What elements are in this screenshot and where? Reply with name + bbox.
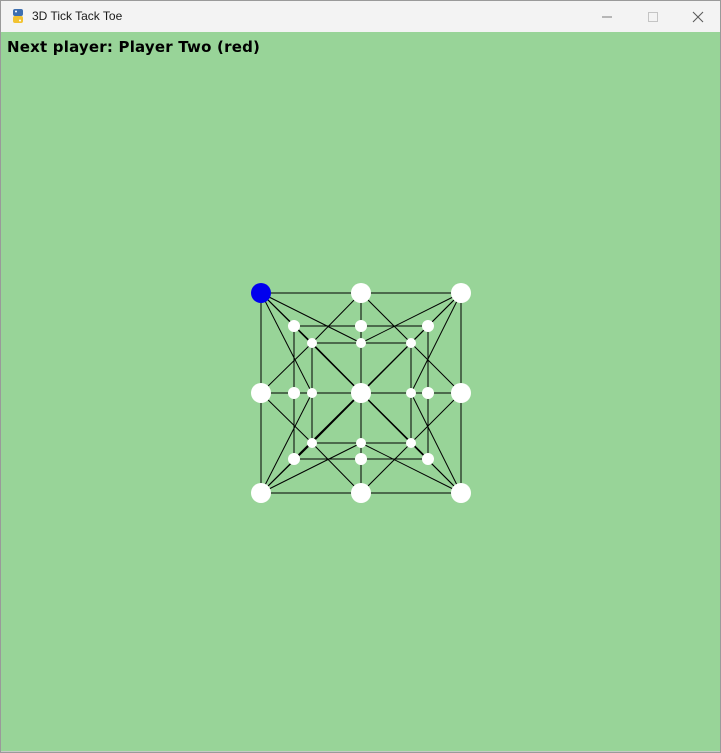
board-cell-outer-5[interactable] xyxy=(451,383,471,403)
board-line xyxy=(260,292,362,344)
board-cell-outer-1[interactable] xyxy=(351,283,371,303)
minimize-button[interactable] xyxy=(584,1,630,32)
board-line xyxy=(410,292,462,394)
board-line xyxy=(360,292,462,344)
board-cell-middle-3[interactable] xyxy=(288,387,300,399)
close-button[interactable] xyxy=(675,1,721,32)
board-line xyxy=(260,292,313,344)
board-line xyxy=(410,392,462,494)
board-cell-inner-0[interactable] xyxy=(307,338,317,348)
board-line xyxy=(410,292,462,344)
game-canvas[interactable]: Next player: Player Two (red) xyxy=(1,32,720,752)
board-cell-outer-4[interactable] xyxy=(351,383,371,403)
board-line xyxy=(410,342,462,394)
board-cell-inner-8[interactable] xyxy=(406,438,416,448)
board-line xyxy=(360,442,412,494)
board-cell-outer-7[interactable] xyxy=(351,483,371,503)
minimize-icon xyxy=(602,16,612,17)
board-cell-outer-0[interactable] xyxy=(251,283,271,303)
board-cell-outer-6[interactable] xyxy=(251,483,271,503)
title-bar[interactable]: 3D Tick Tack Toe xyxy=(1,1,720,32)
board-line xyxy=(260,442,313,494)
maximize-button[interactable] xyxy=(630,1,676,32)
maximize-icon xyxy=(648,11,658,22)
board-cell-inner-7[interactable] xyxy=(356,438,366,448)
board-cell-middle-7[interactable] xyxy=(355,453,367,465)
board-line xyxy=(410,442,462,494)
board-line xyxy=(360,292,412,344)
window-bottom-edge xyxy=(1,751,720,752)
board-cell-middle-5[interactable] xyxy=(422,387,434,399)
board-line xyxy=(260,392,313,444)
close-icon xyxy=(692,11,704,22)
board-line xyxy=(360,442,462,494)
board-cell-inner-1[interactable] xyxy=(356,338,366,348)
board-cell-middle-0[interactable] xyxy=(288,320,300,332)
board-cell-outer-8[interactable] xyxy=(451,483,471,503)
board-line xyxy=(311,292,362,344)
board-cell-inner-3[interactable] xyxy=(307,388,317,398)
board-cell-inner-5[interactable] xyxy=(406,388,416,398)
board-line xyxy=(410,392,462,444)
board-cell-middle-2[interactable] xyxy=(422,320,434,332)
board-cell-middle-1[interactable] xyxy=(355,320,367,332)
board-cell-outer-2[interactable] xyxy=(451,283,471,303)
board-cell-middle-8[interactable] xyxy=(422,453,434,465)
python-icon xyxy=(13,9,23,23)
board-cell-outer-3[interactable] xyxy=(251,383,271,403)
app-window: 3D Tick Tack Toe Next player: Player Two… xyxy=(0,0,721,753)
board-cell-middle-6[interactable] xyxy=(288,453,300,465)
board-cell-inner-6[interactable] xyxy=(307,438,317,448)
board-line xyxy=(260,392,313,494)
board-line xyxy=(260,292,313,394)
board-line xyxy=(311,442,362,494)
board-line xyxy=(260,342,313,394)
window-title: 3D Tick Tack Toe xyxy=(32,9,123,23)
game-board[interactable] xyxy=(1,32,720,752)
board-line xyxy=(260,442,362,494)
board-cell-inner-2[interactable] xyxy=(406,338,416,348)
